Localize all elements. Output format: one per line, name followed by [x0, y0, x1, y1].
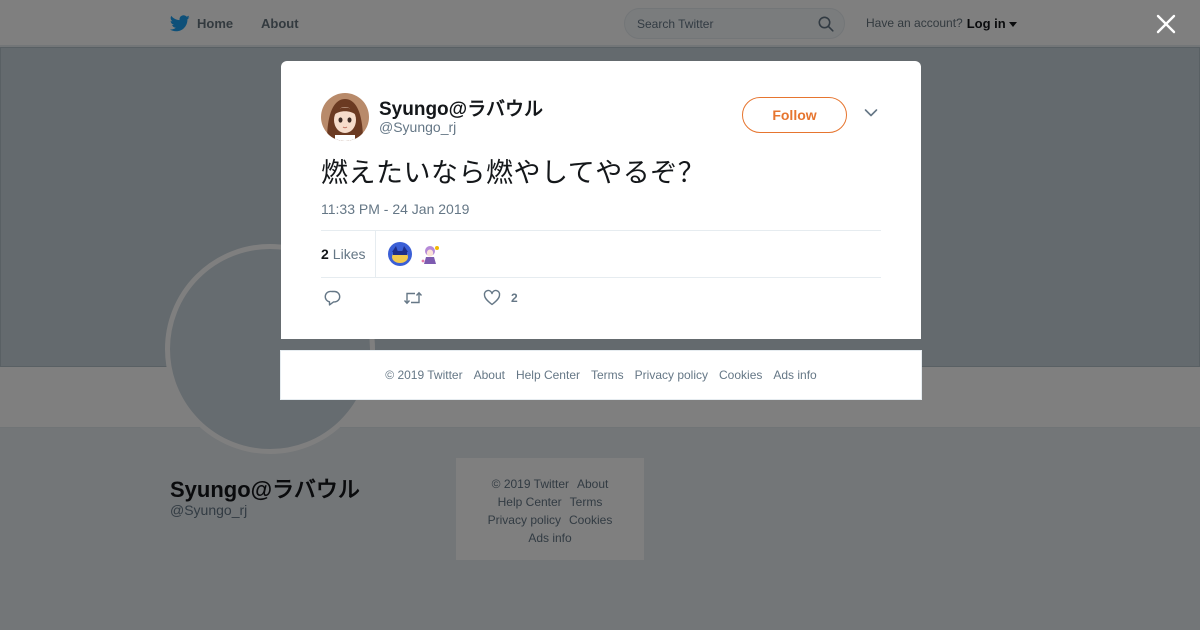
follow-button[interactable]: Follow — [742, 97, 847, 133]
reply-button[interactable] — [324, 289, 342, 307]
reply-icon — [324, 290, 341, 306]
likes-number: 2 — [321, 246, 329, 262]
footer-cookies[interactable]: Cookies — [719, 368, 762, 382]
author-avatar[interactable] — [321, 93, 369, 141]
like-button[interactable]: 2 — [483, 289, 518, 307]
modal-footer: © 2019 Twitter About Help Center Terms P… — [280, 350, 922, 400]
tweet-text: 燃えたいなら燃やしてやるぞ？ — [321, 158, 706, 189]
avatar-image — [321, 93, 369, 141]
likes-label: Likes — [332, 246, 366, 262]
liker-avatar-image — [388, 242, 412, 266]
like-count: 2 — [511, 291, 518, 305]
footer-copyright: © 2019 Twitter — [385, 368, 463, 382]
tweet-actions: 2 — [321, 289, 621, 309]
tweet-modal: Syungo@ラバウル @Syungo_rj Follow 燃えたいなら燃やして… — [281, 61, 921, 339]
footer-about[interactable]: About — [474, 368, 505, 382]
close-icon[interactable] — [1152, 10, 1180, 38]
liker-avatar-image — [418, 242, 442, 266]
footer-terms[interactable]: Terms — [591, 368, 624, 382]
tweet-timestamp[interactable]: 11:33 PM - 24 Jan 2019 — [321, 201, 469, 217]
heart-icon — [483, 289, 501, 306]
footer-privacy-policy[interactable]: Privacy policy — [635, 368, 708, 382]
author-handle[interactable]: @Syungo_rj — [379, 119, 456, 135]
retweet-icon — [403, 291, 423, 305]
footer-help-center[interactable]: Help Center — [516, 368, 580, 382]
liker-avatar[interactable] — [388, 242, 412, 266]
retweet-button[interactable] — [403, 289, 423, 307]
liker-avatar[interactable] — [418, 242, 442, 266]
chevron-down-icon[interactable] — [864, 108, 878, 118]
tweet-stats: 2 Likes — [321, 230, 881, 278]
author-name[interactable]: Syungo@ラバウル — [379, 94, 543, 121]
likes-count[interactable]: 2 Likes — [321, 231, 365, 277]
stats-divider — [375, 231, 376, 277]
footer-ads-info[interactable]: Ads info — [773, 368, 816, 382]
